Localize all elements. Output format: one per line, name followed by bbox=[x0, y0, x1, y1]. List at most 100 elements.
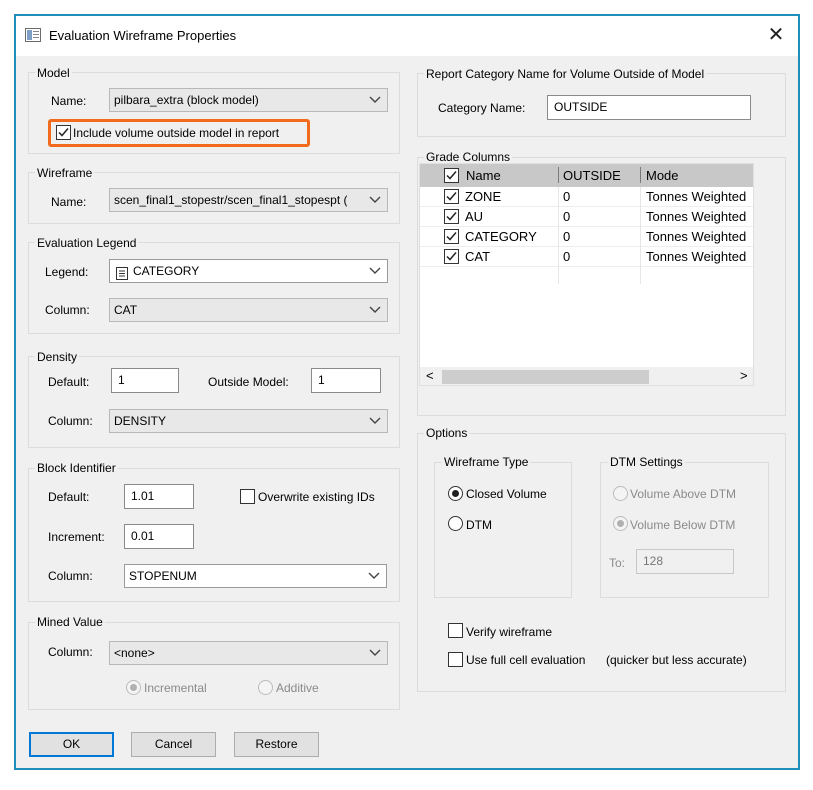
grade-row-name: CATEGORY bbox=[465, 229, 537, 244]
volume-below-dtm-label: Volume Below DTM bbox=[630, 518, 736, 532]
include-outside-label: Include volume outside model in report bbox=[73, 126, 280, 140]
volume-above-dtm-radio[interactable] bbox=[613, 486, 628, 501]
overwrite-ids-label: Overwrite existing IDs bbox=[258, 490, 375, 504]
block-identifier-group-label: Block Identifier bbox=[35, 461, 118, 475]
chevron-down-icon bbox=[368, 642, 382, 664]
verify-wireframe-label: Verify wireframe bbox=[466, 625, 553, 639]
grade-row-mode[interactable]: Tonnes Weighted bbox=[646, 207, 753, 227]
report-category-group-label: Report Category Name for Volume Outside … bbox=[424, 67, 707, 81]
grade-row-outside[interactable]: 0 bbox=[563, 247, 570, 267]
mined-value-group-label: Mined Value bbox=[35, 615, 105, 629]
block-default-input[interactable]: 1.01 bbox=[124, 484, 194, 509]
density-column-dropdown[interactable]: DENSITY bbox=[109, 409, 388, 433]
grade-column-row[interactable]: ZONE 0 Tonnes Weighted bbox=[420, 187, 753, 207]
model-name-dropdown[interactable]: pilbara_extra (block model) bbox=[109, 88, 388, 112]
chevron-down-icon bbox=[367, 565, 381, 587]
additive-radio[interactable] bbox=[258, 680, 273, 695]
grade-row-checkbox[interactable] bbox=[444, 229, 459, 244]
volume-below-dtm-radio[interactable] bbox=[613, 516, 628, 531]
grade-row-outside[interactable]: 0 bbox=[563, 227, 570, 247]
legend-dropdown[interactable]: CATEGORY bbox=[109, 259, 388, 283]
window-title: Evaluation Wireframe Properties bbox=[49, 28, 237, 43]
incremental-radio[interactable] bbox=[126, 680, 141, 695]
full-cell-note: (quicker but less accurate) bbox=[606, 653, 747, 667]
grade-column-row[interactable]: AU 0 Tonnes Weighted bbox=[420, 207, 753, 227]
density-default-input[interactable]: 1 bbox=[111, 368, 179, 393]
overwrite-ids-checkbox[interactable] bbox=[240, 489, 255, 504]
density-group-label: Density bbox=[35, 350, 80, 364]
grid-header: Name OUTSIDE Mode bbox=[420, 164, 753, 187]
grade-row-mode[interactable]: Tonnes Weighted bbox=[646, 247, 753, 267]
mined-value-group bbox=[28, 622, 400, 710]
legend-label: Legend: bbox=[45, 265, 89, 279]
block-default-label: Default: bbox=[48, 490, 90, 504]
grade-row-outside[interactable]: 0 bbox=[563, 207, 570, 227]
dtm-settings-label: DTM Settings bbox=[608, 455, 685, 469]
header-name[interactable]: Name bbox=[466, 166, 501, 186]
category-name-label: Category Name: bbox=[438, 101, 526, 115]
chevron-down-icon bbox=[368, 189, 382, 211]
density-outside-input[interactable]: 1 bbox=[311, 368, 381, 393]
model-group-label: Model bbox=[35, 66, 72, 80]
cancel-button[interactable]: Cancel bbox=[131, 732, 216, 757]
block-column-label: Column: bbox=[48, 569, 93, 583]
chevron-down-icon bbox=[368, 410, 382, 432]
wireframe-type-label: Wireframe Type bbox=[442, 455, 531, 469]
mined-column-dropdown[interactable]: <none> bbox=[109, 641, 388, 665]
app-icon bbox=[25, 28, 41, 42]
category-name-input[interactable]: OUTSIDE bbox=[547, 95, 751, 120]
legend-column-dropdown[interactable]: CAT bbox=[109, 298, 388, 322]
title-bar: Evaluation Wireframe Properties ✕ bbox=[16, 16, 798, 56]
options-group-label: Options bbox=[424, 426, 470, 440]
horizontal-scrollbar[interactable]: < > bbox=[420, 367, 753, 385]
grade-column-row[interactable]: CAT 0 Tonnes Weighted bbox=[420, 247, 753, 267]
dtm-label: DTM bbox=[466, 518, 492, 532]
block-increment-input[interactable]: 0.01 bbox=[124, 524, 194, 549]
mined-column-label: Column: bbox=[48, 645, 93, 659]
closed-volume-radio[interactable] bbox=[448, 486, 463, 501]
include-outside-checkbox[interactable] bbox=[56, 125, 71, 140]
header-outside[interactable]: OUTSIDE bbox=[563, 166, 621, 186]
chevron-down-icon bbox=[368, 89, 382, 111]
grade-row-outside[interactable]: 0 bbox=[563, 187, 570, 207]
density-default-label: Default: bbox=[48, 375, 90, 389]
grade-row-checkbox[interactable] bbox=[444, 189, 459, 204]
wireframe-name-label: Name: bbox=[51, 195, 87, 209]
grade-row-mode[interactable]: Tonnes Weighted bbox=[646, 227, 753, 247]
select-all-checkbox[interactable] bbox=[444, 168, 459, 183]
closed-volume-label: Closed Volume bbox=[466, 487, 547, 501]
grade-row-name: CAT bbox=[465, 249, 491, 264]
wireframe-name-dropdown[interactable]: scen_final1_stopestr/scen_final1_stopesp… bbox=[109, 188, 388, 212]
to-label: To: bbox=[609, 556, 626, 570]
legend-file-icon bbox=[116, 265, 128, 282]
block-increment-label: Increment: bbox=[48, 530, 105, 544]
full-cell-label: Use full cell evaluation bbox=[466, 653, 586, 667]
grade-row-checkbox[interactable] bbox=[444, 249, 459, 264]
block-column-dropdown[interactable]: STOPENUM bbox=[124, 564, 387, 588]
volume-above-dtm-label: Volume Above DTM bbox=[630, 487, 737, 501]
header-mode[interactable]: Mode bbox=[646, 166, 679, 186]
scroll-left-arrow[interactable]: < bbox=[426, 368, 434, 383]
full-cell-checkbox[interactable] bbox=[448, 652, 463, 667]
density-column-label: Column: bbox=[48, 414, 93, 428]
restore-button[interactable]: Restore bbox=[234, 732, 319, 757]
wireframe-group-label: Wireframe bbox=[35, 166, 95, 180]
dtm-radio[interactable] bbox=[448, 516, 463, 531]
chevron-down-icon bbox=[368, 299, 382, 321]
scroll-right-arrow[interactable]: > bbox=[740, 368, 748, 383]
grade-columns-grid: Name OUTSIDE Mode ZONE 0 Tonnes Weighted AU… bbox=[419, 163, 754, 386]
close-button[interactable]: ✕ bbox=[754, 16, 798, 54]
incremental-label: Incremental bbox=[144, 681, 207, 695]
grade-row-checkbox[interactable] bbox=[444, 209, 459, 224]
to-input[interactable]: 128 bbox=[636, 549, 734, 574]
evaluation-legend-group-label: Evaluation Legend bbox=[35, 236, 139, 250]
density-outside-label: Outside Model: bbox=[208, 375, 289, 389]
ok-button[interactable]: OK bbox=[29, 732, 114, 757]
grade-column-row[interactable]: CATEGORY 0 Tonnes Weighted bbox=[420, 227, 753, 247]
additive-label: Additive bbox=[276, 681, 319, 695]
chevron-down-icon bbox=[368, 260, 382, 282]
grade-row-name: AU bbox=[465, 209, 484, 224]
grade-row-mode[interactable]: Tonnes Weighted bbox=[646, 187, 753, 207]
scrollbar-thumb[interactable] bbox=[442, 370, 649, 384]
verify-wireframe-checkbox[interactable] bbox=[448, 623, 463, 638]
